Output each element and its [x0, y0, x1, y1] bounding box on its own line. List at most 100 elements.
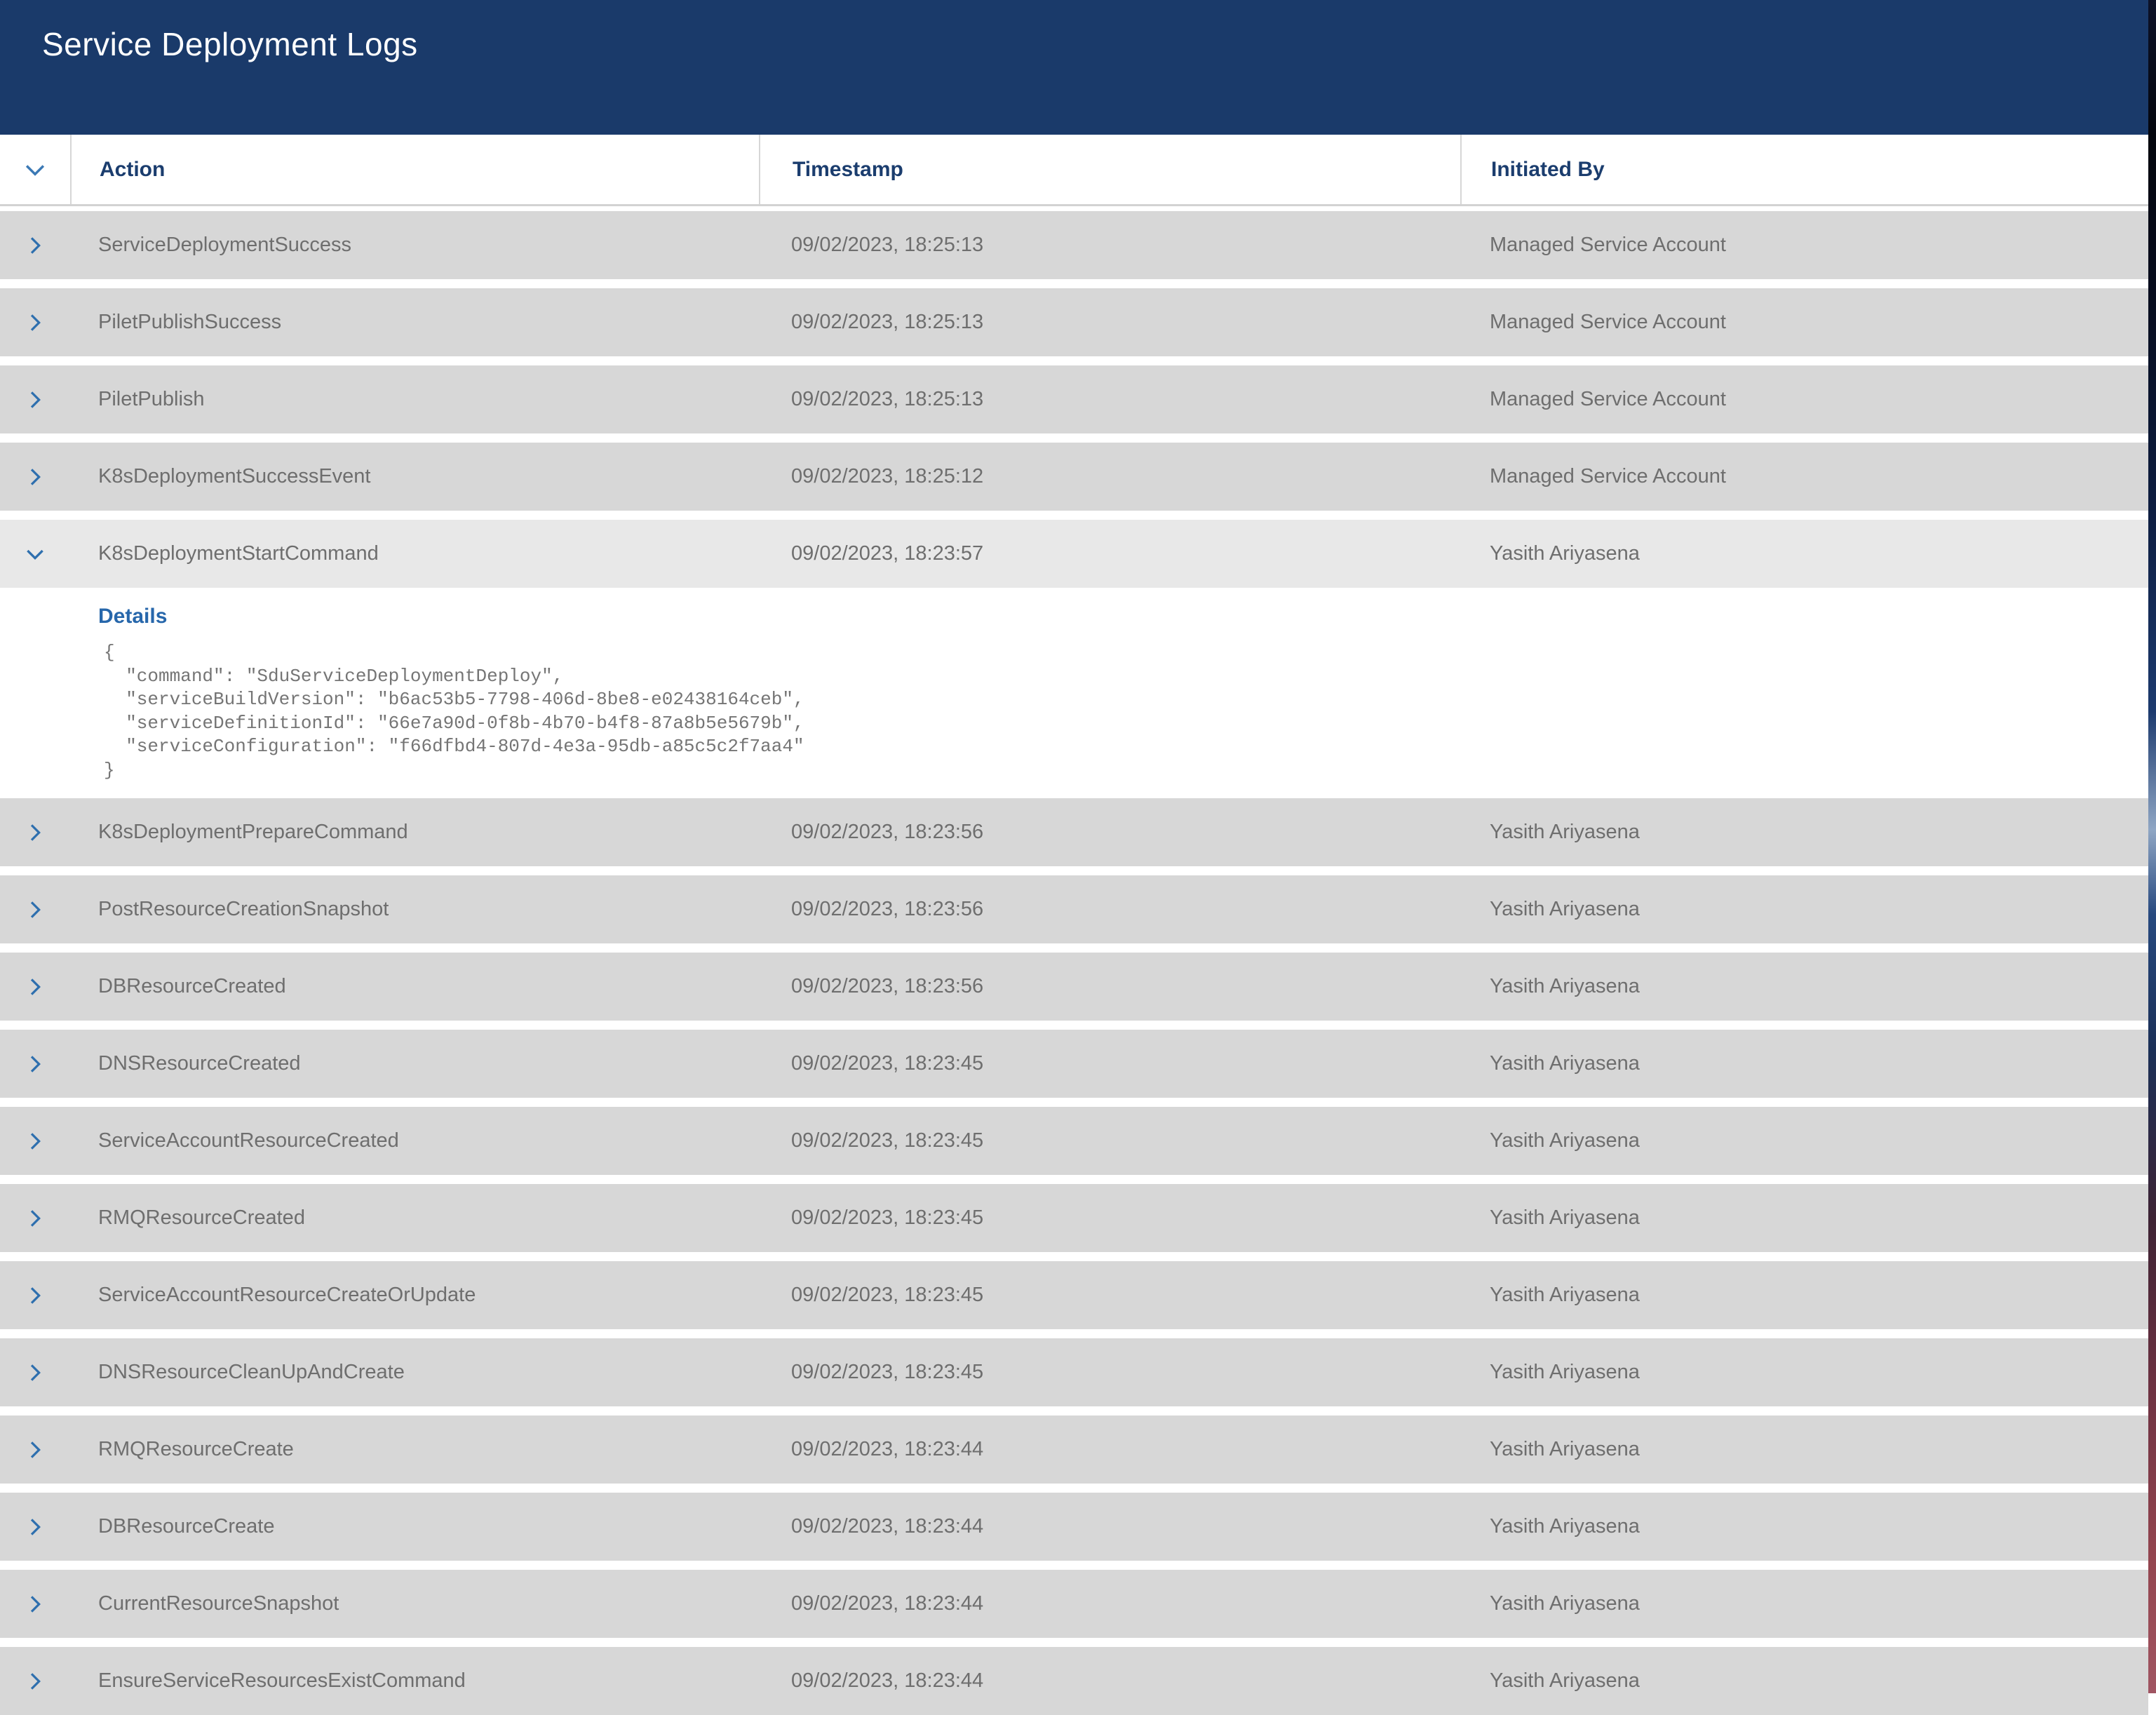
row-timestamp: 09/02/2023, 18:23:45 — [759, 1284, 1460, 1307]
row-expand-button[interactable] — [23, 1206, 47, 1230]
table-row[interactable]: DBResourceCreate 09/02/2023, 18:23:44 Ya… — [0, 1493, 2148, 1561]
column-header-action: Action — [70, 135, 759, 204]
row-expand-button[interactable] — [23, 1669, 47, 1693]
row-timestamp: 09/02/2023, 18:23:56 — [759, 975, 1460, 998]
table-row[interactable]: RMQResourceCreate 09/02/2023, 18:23:44 Y… — [0, 1415, 2148, 1484]
row-expand-button[interactable] — [23, 1361, 47, 1385]
table-row[interactable]: DNSResourceCreated 09/02/2023, 18:23:45 … — [0, 1030, 2148, 1098]
table-row[interactable]: PiletPublish 09/02/2023, 18:25:13 Manage… — [0, 365, 2148, 433]
row-expand-button[interactable] — [23, 1515, 47, 1539]
chevron-right-icon — [23, 311, 47, 335]
row-timestamp: 09/02/2023, 18:23:45 — [759, 1129, 1460, 1152]
column-header-initiated-by: Initiated By — [1460, 135, 2148, 204]
row-action: K8sDeploymentStartCommand — [70, 542, 759, 565]
row-initiated-by: Managed Service Account — [1460, 465, 2148, 488]
table-row[interactable]: DNSResourceCleanUpAndCreate 09/02/2023, … — [0, 1338, 2148, 1406]
chevron-right-icon — [23, 975, 47, 999]
row-action: ServiceDeploymentSuccess — [70, 234, 759, 257]
row-expand-button[interactable] — [23, 1052, 47, 1076]
row-expand-button[interactable] — [23, 388, 47, 412]
page-header: Service Deployment Logs — [0, 0, 2148, 135]
table-header-row: Action Timestamp Initiated By — [0, 135, 2148, 206]
table-row[interactable]: RMQResourceCreated 09/02/2023, 18:23:45 … — [0, 1184, 2148, 1252]
chevron-down-icon — [22, 156, 48, 183]
row-action: CurrentResourceSnapshot — [70, 1592, 759, 1615]
row-expand-button[interactable] — [23, 1129, 47, 1153]
row-timestamp: 09/02/2023, 18:23:57 — [759, 542, 1460, 565]
chevron-right-icon — [23, 898, 47, 922]
row-initiated-by: Yasith Ariyasena — [1460, 1669, 2148, 1693]
page-title: Service Deployment Logs — [42, 25, 2148, 63]
table-row[interactable]: ServiceDeploymentSuccess 09/02/2023, 18:… — [0, 211, 2148, 279]
table-row[interactable]: PiletPublishSuccess 09/02/2023, 18:25:13… — [0, 288, 2148, 356]
row-initiated-by: Yasith Ariyasena — [1460, 1592, 2148, 1615]
service-deployment-logs-window: Service Deployment Logs Action Timestamp… — [0, 0, 2148, 1693]
row-expand-button[interactable] — [23, 975, 47, 999]
row-timestamp: 09/02/2023, 18:23:56 — [759, 898, 1460, 921]
row-initiated-by: Yasith Ariyasena — [1460, 1052, 2148, 1075]
row-action: K8sDeploymentPrepareCommand — [70, 821, 759, 844]
row-initiated-by: Yasith Ariyasena — [1460, 1361, 2148, 1384]
row-timestamp: 09/02/2023, 18:23:44 — [759, 1515, 1460, 1538]
table-row[interactable]: EnsureServiceResourcesExistCommand 09/02… — [0, 1647, 2148, 1715]
row-details: Details { "command": "SduServiceDeployme… — [0, 588, 2148, 789]
row-initiated-by: Yasith Ariyasena — [1460, 1206, 2148, 1230]
row-timestamp: 09/02/2023, 18:25:13 — [759, 234, 1460, 257]
log-rows: ServiceDeploymentSuccess 09/02/2023, 18:… — [0, 206, 2148, 1715]
row-action: PostResourceCreationSnapshot — [70, 898, 759, 921]
table-row[interactable]: ServiceAccountResourceCreateOrUpdate 09/… — [0, 1261, 2148, 1329]
row-initiated-by: Yasith Ariyasena — [1460, 542, 2148, 565]
row-action: RMQResourceCreate — [70, 1438, 759, 1461]
row-initiated-by: Yasith Ariyasena — [1460, 821, 2148, 844]
table-row[interactable]: CurrentResourceSnapshot 09/02/2023, 18:2… — [0, 1570, 2148, 1638]
row-timestamp: 09/02/2023, 18:25:13 — [759, 311, 1460, 334]
row-initiated-by: Yasith Ariyasena — [1460, 1515, 2148, 1538]
row-initiated-by: Managed Service Account — [1460, 311, 2148, 334]
row-timestamp: 09/02/2023, 18:23:44 — [759, 1592, 1460, 1615]
row-action: RMQResourceCreated — [70, 1206, 759, 1230]
chevron-right-icon — [23, 821, 47, 845]
row-expand-button[interactable] — [23, 1592, 47, 1616]
chevron-right-icon — [23, 1206, 47, 1230]
row-action: PiletPublishSuccess — [70, 311, 759, 334]
row-initiated-by: Managed Service Account — [1460, 388, 2148, 411]
row-timestamp: 09/02/2023, 18:25:12 — [759, 465, 1460, 488]
row-expand-button[interactable] — [23, 821, 47, 845]
row-expand-button[interactable] — [23, 1438, 47, 1462]
row-expand-button[interactable] — [23, 465, 47, 489]
chevron-right-icon — [23, 465, 47, 489]
desktop-background-sliver — [2148, 0, 2156, 1693]
row-initiated-by: Yasith Ariyasena — [1460, 898, 2148, 921]
details-json: { "command": "SduServiceDeploymentDeploy… — [104, 641, 2148, 782]
table-row[interactable]: K8sDeploymentStartCommand 09/02/2023, 18… — [0, 520, 2148, 588]
row-expand-button[interactable] — [23, 542, 47, 566]
row-timestamp: 09/02/2023, 18:23:45 — [759, 1206, 1460, 1230]
chevron-right-icon — [23, 1438, 47, 1462]
table-row[interactable]: ServiceAccountResourceCreated 09/02/2023… — [0, 1107, 2148, 1175]
row-initiated-by: Yasith Ariyasena — [1460, 975, 2148, 998]
table-row[interactable]: DBResourceCreated 09/02/2023, 18:23:56 Y… — [0, 953, 2148, 1021]
chevron-right-icon — [23, 1515, 47, 1539]
chevron-right-icon — [23, 1129, 47, 1153]
row-timestamp: 09/02/2023, 18:23:44 — [759, 1669, 1460, 1693]
chevron-right-icon — [23, 1592, 47, 1616]
row-expand-button[interactable] — [23, 311, 47, 335]
row-initiated-by: Yasith Ariyasena — [1460, 1284, 2148, 1307]
row-expand-button[interactable] — [23, 234, 47, 257]
row-timestamp: 09/02/2023, 18:23:44 — [759, 1438, 1460, 1461]
row-expand-button[interactable] — [23, 898, 47, 922]
row-initiated-by: Yasith Ariyasena — [1460, 1129, 2148, 1152]
row-expand-button[interactable] — [23, 1284, 47, 1307]
table-row[interactable]: K8sDeploymentSuccessEvent 09/02/2023, 18… — [0, 443, 2148, 511]
table-row[interactable]: K8sDeploymentPrepareCommand 09/02/2023, … — [0, 798, 2148, 866]
row-timestamp: 09/02/2023, 18:25:13 — [759, 388, 1460, 411]
expand-all-button[interactable] — [22, 156, 48, 183]
row-action: DNSResourceCleanUpAndCreate — [70, 1361, 759, 1384]
row-timestamp: 09/02/2023, 18:23:45 — [759, 1052, 1460, 1075]
chevron-right-icon — [23, 1669, 47, 1693]
chevron-right-icon — [23, 1361, 47, 1385]
row-action: ServiceAccountResourceCreateOrUpdate — [70, 1284, 759, 1307]
details-heading: Details — [98, 605, 2148, 628]
chevron-right-icon — [23, 234, 47, 257]
table-row[interactable]: PostResourceCreationSnapshot 09/02/2023,… — [0, 875, 2148, 943]
